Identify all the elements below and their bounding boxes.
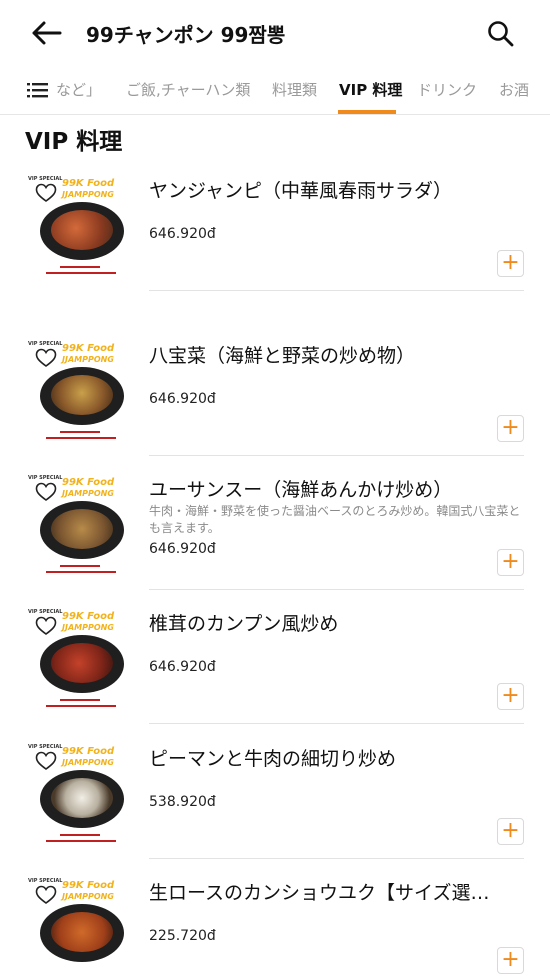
plus-icon: + <box>501 250 520 275</box>
add-to-cart-button[interactable]: + <box>497 549 524 576</box>
search-icon <box>488 21 514 47</box>
item-price: 646.920đ <box>149 659 216 675</box>
arrow-left-icon <box>32 21 62 45</box>
add-to-cart-button[interactable]: + <box>497 415 524 442</box>
category-tabs: など」 ご飯,チャーハン類 料理類 VIP 料理 ドリンク お酒 <box>0 66 550 115</box>
list-icon <box>27 83 48 98</box>
menu-item[interactable]: VIP SPECIAL 99K Food JJAMPPONG ヤンジャンピ（中華… <box>0 172 550 307</box>
menu-item[interactable]: VIP SPECIAL 99K Food JJAMPPONG ユーサンスー（海鮮… <box>0 471 550 606</box>
favorite-heart-icon[interactable] <box>35 751 57 771</box>
menu-item[interactable]: VIP SPECIAL 99K Food JJAMPPONG ピーマンと牛肉の細… <box>0 740 550 875</box>
tab-rice[interactable]: ご飯,チャーハン類 <box>126 79 250 100</box>
favorite-heart-icon[interactable] <box>35 183 57 203</box>
plus-icon: + <box>501 549 520 574</box>
plus-icon: + <box>501 947 520 972</box>
item-description: 牛肉・海鮮・野菜を使った醤油ベースのとろみ炒め。韓国式八宝菜とも言えます。 <box>149 504 521 535</box>
divider <box>149 858 524 859</box>
search-button[interactable] <box>484 17 518 51</box>
plus-icon: + <box>501 818 520 843</box>
app-header: 99チャンポン 99짬뽕 <box>0 0 550 66</box>
item-price: 646.920đ <box>149 541 216 557</box>
favorite-heart-icon[interactable] <box>35 616 57 636</box>
tab-others[interactable]: など」 <box>56 79 101 100</box>
item-price: 646.920đ <box>149 226 216 242</box>
divider <box>149 455 524 456</box>
favorite-heart-icon[interactable] <box>35 482 57 502</box>
menu-item[interactable]: VIP SPECIAL 99K Food JJAMPPONG 八宝菜（海鮮と野菜… <box>0 337 550 472</box>
item-name: 椎茸のカンプン風炒め <box>149 613 339 635</box>
item-price: 225.720đ <box>149 928 216 944</box>
item-name: ヤンジャンピ（中華風春雨サラダ） <box>149 180 453 202</box>
category-menu-button[interactable] <box>26 78 50 102</box>
item-name: ユーサンスー（海鮮あんかけ炒め） <box>149 479 453 501</box>
menu-item[interactable]: VIP SPECIAL 99K Food JJAMPPONG 椎茸のカンプン風炒… <box>0 605 550 740</box>
tab-alcohol[interactable]: お酒 <box>499 79 529 100</box>
divider <box>149 290 524 291</box>
item-price: 538.920đ <box>149 794 216 810</box>
item-price: 646.920đ <box>149 391 216 407</box>
active-tab-indicator <box>338 110 396 114</box>
item-name: ピーマンと牛肉の細切り炒め <box>149 748 397 770</box>
tab-dishes[interactable]: 料理類 <box>272 79 317 100</box>
page-title: 99チャンポン 99짬뽕 <box>86 23 286 47</box>
add-to-cart-button[interactable]: + <box>497 250 524 277</box>
menu-item[interactable]: VIP SPECIAL 99K Food JJAMPPONG 生ロースのカンショ… <box>0 874 550 980</box>
back-button[interactable] <box>30 17 66 49</box>
favorite-heart-icon[interactable] <box>35 885 57 905</box>
divider <box>149 589 524 590</box>
item-name: 生ロースのカンショウユク【サイズ選… <box>149 882 490 904</box>
tab-drinks[interactable]: ドリンク <box>417 79 477 100</box>
add-to-cart-button[interactable]: + <box>497 947 524 974</box>
favorite-heart-icon[interactable] <box>35 348 57 368</box>
section-title: VIP 料理 <box>25 129 123 155</box>
item-name: 八宝菜（海鮮と野菜の炒め物） <box>149 345 416 367</box>
divider <box>149 723 524 724</box>
plus-icon: + <box>501 683 520 708</box>
plus-icon: + <box>501 415 520 440</box>
tab-vip[interactable]: VIP 料理 <box>339 79 402 100</box>
add-to-cart-button[interactable]: + <box>497 818 524 845</box>
add-to-cart-button[interactable]: + <box>497 683 524 710</box>
